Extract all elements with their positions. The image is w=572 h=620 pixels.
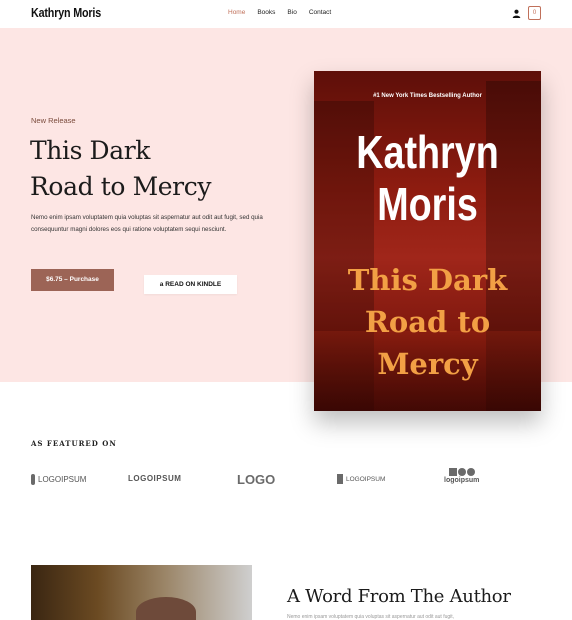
purchase-button[interactable]: $6.75 – Purchase [31, 269, 114, 291]
logo-bars-icon [337, 474, 343, 484]
hero-title-line-1: This Dark [30, 136, 150, 165]
main-nav: Home Books Bio Contact [228, 9, 331, 16]
book-cover[interactable]: #1 New York Times Bestselling Author Kat… [314, 71, 541, 411]
featured-logo-1: LOGOIPSUM [31, 474, 86, 485]
cover-title: This Dark Road to Mercy [314, 259, 541, 385]
cover-tagline: #1 New York Times Bestselling Author [373, 93, 482, 99]
featured-heading: AS FEATURED ON [31, 439, 117, 448]
featured-logo-3: LOGO [237, 472, 275, 487]
amazon-icon: a [159, 281, 164, 288]
featured-logo-5-text: logoipsum [444, 477, 480, 484]
author-section-text: Nemo enim ipsam voluptatem quia voluptas… [287, 614, 455, 620]
cover-author-line-1: Kathryn [356, 126, 499, 178]
cover-author: Kathryn Moris [334, 126, 520, 230]
author-photo [31, 565, 252, 620]
cart-icon[interactable]: 0 [528, 6, 541, 20]
cover-author-line-2: Moris [377, 178, 478, 230]
hero-eyebrow: New Release [31, 116, 76, 125]
hero-description: Nemo enim ipsam voluptatem quia voluptas… [31, 214, 263, 233]
author-section-heading: A Word From The Author [287, 586, 511, 607]
featured-logo-2: LOGOIPSUM [128, 474, 181, 483]
featured-logo-1-text: LOGOIPSUM [38, 475, 87, 484]
author-hat [136, 597, 196, 620]
read-on-kindle-button[interactable]: a READ ON KINDLE [144, 275, 237, 294]
cover-title-line-3: Mercy [377, 347, 478, 381]
featured-logo-4: LOGOIPSUM [337, 474, 385, 484]
user-icon[interactable] [512, 9, 521, 18]
logo-shapes-icon [448, 468, 475, 476]
featured-logo-5: logoipsum [444, 468, 479, 484]
site-header: Kathryn Moris Home Books Bio Contact 0 [0, 0, 572, 28]
hero-title-line-2: Road to Mercy [30, 172, 212, 201]
nav-contact[interactable]: Contact [309, 9, 331, 16]
nav-bio[interactable]: Bio [287, 9, 296, 16]
cover-title-line-2: Road to [364, 305, 491, 339]
cover-title-line-1: This Dark [347, 263, 508, 297]
featured-logo-3-text: LOGO [237, 472, 276, 487]
site-logo[interactable]: Kathryn Moris [31, 6, 101, 20]
featured-logo-2-text: LOGOIPSUM [128, 474, 182, 483]
read-on-kindle-label: READ ON KINDLE [165, 281, 222, 288]
nav-home[interactable]: Home [228, 9, 245, 16]
logo-mark-icon [31, 474, 35, 485]
featured-logo-4-text: LOGOIPSUM [346, 475, 386, 483]
hero-title: This Dark Road to Mercy [30, 133, 211, 205]
nav-books[interactable]: Books [257, 9, 275, 16]
